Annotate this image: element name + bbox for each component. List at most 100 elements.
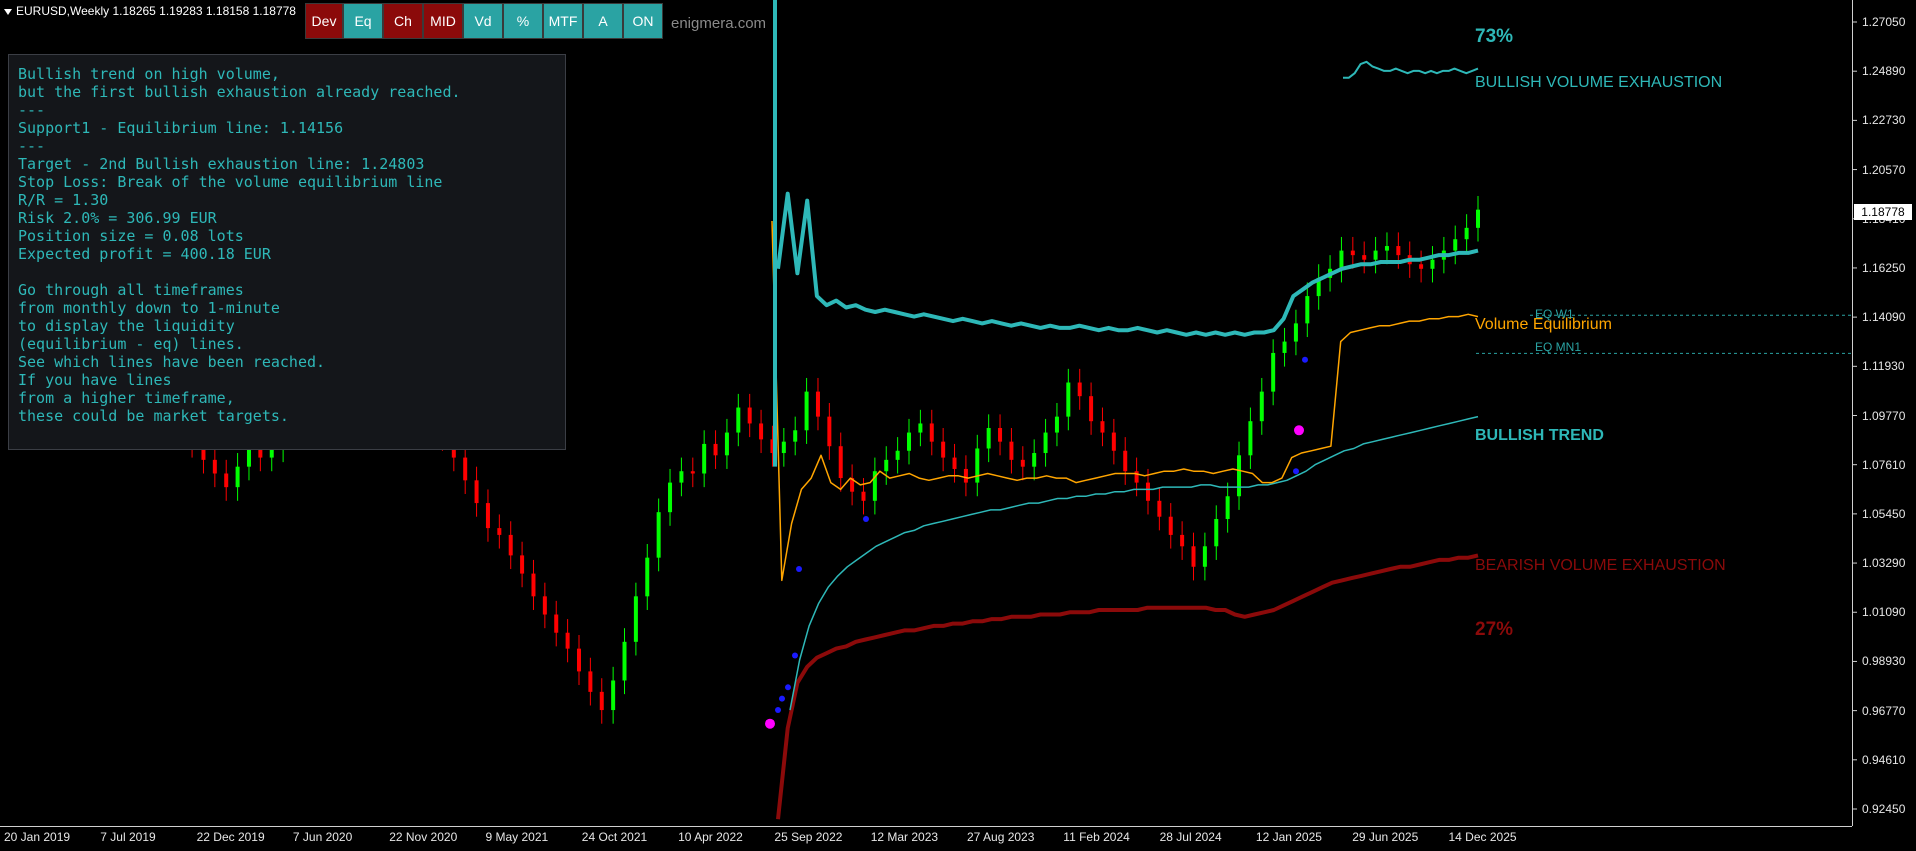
candle-body: [474, 480, 479, 504]
candle-body: [1419, 264, 1424, 269]
mid-button[interactable]: MID: [423, 3, 463, 39]
bullish-exhaustion-line: [776, 191, 1479, 337]
candle-body: [1032, 453, 1037, 467]
candle-body: [747, 407, 752, 424]
pivot-dot: [779, 695, 785, 702]
a-button[interactable]: A: [583, 3, 623, 39]
time-tick-label: 10 Apr 2022: [678, 830, 743, 844]
candle-body: [1282, 341, 1287, 353]
price-tick-label: 1.27050: [1862, 15, 1906, 29]
triangle-down-icon[interactable]: [4, 8, 12, 15]
dev-button[interactable]: Dev: [305, 3, 343, 39]
candle-body: [827, 416, 832, 447]
signal-marker: [1294, 425, 1304, 436]
candle-body: [1293, 323, 1298, 342]
current-price-tag: 1.18778: [1854, 204, 1912, 220]
time-tick-label: 22 Dec 2019: [196, 830, 265, 844]
bearish-exhaustion-label: BEARISH VOLUME EXHAUSTION: [1475, 557, 1726, 574]
price-tick-label: 1.20570: [1862, 162, 1906, 177]
time-tick-label: 24 Oct 2021: [581, 830, 648, 844]
time-tick-label: 28 Jul 2024: [1159, 830, 1222, 844]
candle-body: [1339, 250, 1344, 269]
candle-body: [1054, 416, 1059, 433]
candle-body: [1396, 246, 1401, 256]
on-button[interactable]: ON: [623, 3, 663, 39]
percent-button[interactable]: %: [503, 3, 543, 39]
candle-body: [645, 557, 650, 597]
time-tick-label: 7 Jun 2020: [292, 830, 353, 844]
candle-body: [565, 632, 570, 649]
bullish-percent-label: 73%: [1475, 26, 1514, 47]
candle-body: [668, 482, 673, 513]
indicator-toolbar: Dev Eq Ch MID Vd % MTF A ON: [305, 3, 663, 39]
candle-body: [781, 441, 786, 454]
time-tick-label: 12 Mar 2023: [870, 830, 939, 844]
candle-body: [724, 432, 729, 456]
price-tick-label: 1.14090: [1862, 310, 1906, 325]
signal-marker: [765, 718, 775, 729]
candle-body: [1350, 250, 1355, 256]
candle-body: [815, 391, 820, 417]
candle-body: [690, 471, 695, 474]
bearish-percent-label: 27%: [1475, 619, 1514, 640]
price-tick-label: 0.94610: [1862, 752, 1906, 767]
candle-body: [1237, 455, 1242, 497]
price-tick-label: 1.16250: [1862, 260, 1906, 275]
time-tick-label: 22 Nov 2020: [389, 830, 458, 844]
candle-body: [895, 450, 900, 460]
candle-body: [941, 441, 946, 458]
volume-equilibrium-label: Volume Equilibrium: [1475, 316, 1612, 333]
candle-body: [497, 528, 502, 535]
pivot-dot: [775, 707, 781, 714]
candle-body: [1180, 534, 1185, 547]
time-tick-label: 27 Aug 2023: [967, 830, 1035, 844]
price-tick-label: 1.07610: [1862, 457, 1906, 472]
candle-body: [1089, 396, 1094, 422]
candle-body: [1111, 432, 1116, 451]
ch-button[interactable]: Ch: [383, 3, 423, 39]
candle-body: [212, 459, 217, 474]
time-tick-label: 9 May 2021: [485, 830, 549, 844]
bearish-exhaustion-line: [776, 553, 1479, 820]
candle-body: [986, 428, 991, 449]
symbol-title: EURUSD,Weekly 1.18265 1.19283 1.18158 1.…: [16, 4, 296, 18]
site-watermark: enigmera.com: [671, 15, 767, 32]
candle-body: [1305, 296, 1310, 324]
candle-body: [1066, 382, 1071, 417]
vd-button[interactable]: Vd: [463, 3, 503, 39]
candle-body: [554, 614, 559, 633]
candle-body: [861, 491, 866, 501]
info-text: Bullish trend on high volume, but the fi…: [18, 65, 461, 425]
bullish-trend-line: [789, 415, 1479, 711]
candle-body: [804, 391, 809, 431]
candle-body: [599, 691, 604, 711]
eq-button[interactable]: Eq: [343, 3, 383, 39]
time-tick-label: 14 Dec 2025: [1448, 830, 1517, 844]
candle-body: [713, 443, 718, 456]
candle-body: [1191, 546, 1196, 567]
price-tick-label: 1.09770: [1862, 408, 1906, 423]
price-tick-label: 1.24890: [1862, 64, 1906, 79]
candle-body: [1145, 482, 1150, 501]
mtf-button[interactable]: MTF: [543, 3, 583, 39]
candle-body: [963, 468, 968, 483]
pivot-dot: [785, 684, 791, 691]
candle-body: [1202, 546, 1207, 567]
candle-body: [1123, 450, 1128, 472]
price-tick-label: 1.22730: [1862, 113, 1906, 128]
candle-body: [531, 573, 536, 597]
eq-mn1-label: EQ MN1: [1535, 340, 1582, 354]
candle-body: [235, 466, 240, 488]
candle-body: [1157, 500, 1162, 517]
bullish-exhaustion-upper-line: [1343, 60, 1479, 79]
candle-body: [542, 596, 547, 615]
candle-body: [1248, 421, 1253, 456]
candle-body: [1476, 209, 1480, 228]
pivot-dot: [792, 652, 798, 659]
time-tick-label: 20 Jan 2019: [4, 830, 71, 844]
time-tick-label: 12 Jan 2025: [1255, 830, 1322, 844]
candle-body: [838, 446, 843, 479]
candle-body: [702, 443, 707, 474]
candle-body: [224, 473, 229, 488]
candle-body: [1453, 239, 1458, 251]
